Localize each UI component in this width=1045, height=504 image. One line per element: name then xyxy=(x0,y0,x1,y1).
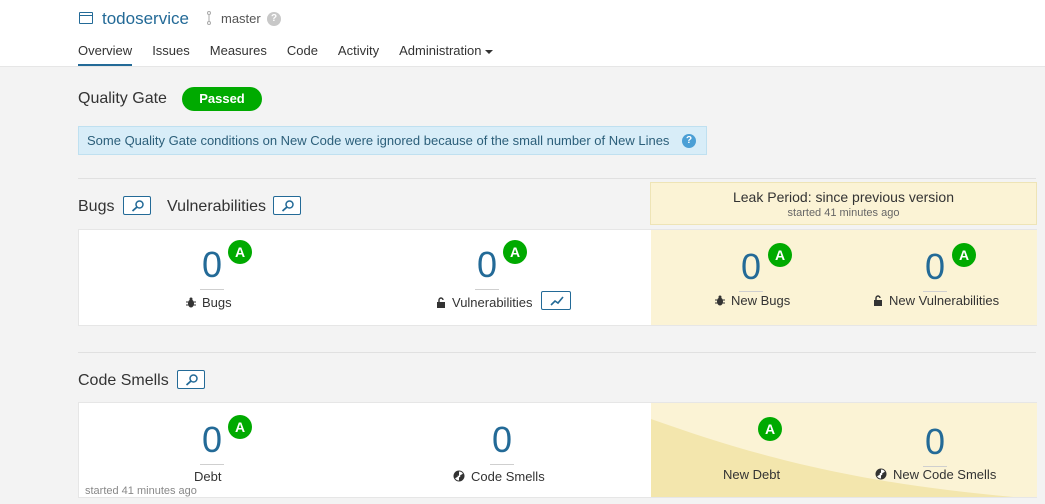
search-icon xyxy=(131,200,144,212)
new-code-smells-value[interactable]: 0 xyxy=(915,421,955,467)
tab-code[interactable]: Code xyxy=(287,43,318,66)
search-icon xyxy=(281,200,294,212)
new-vulnerabilities-rating[interactable]: A xyxy=(952,243,976,267)
code-smells-value[interactable]: 0 xyxy=(482,419,522,465)
bug-icon xyxy=(715,295,725,306)
chevron-down-icon xyxy=(485,49,494,54)
new-code-smells-label: New Code Smells xyxy=(875,467,996,482)
tab-activity[interactable]: Activity xyxy=(338,43,379,66)
bug-icon xyxy=(186,297,196,308)
new-debt-label: New Debt xyxy=(723,467,781,482)
lock-icon xyxy=(437,297,445,308)
bugs-value[interactable]: 0 xyxy=(192,244,232,290)
tab-overview[interactable]: Overview xyxy=(78,43,133,66)
tab-issues[interactable]: Issues xyxy=(152,43,190,66)
quality-gate-notice: Some Quality Gate conditions on New Code… xyxy=(78,126,707,155)
new-vulnerabilities-label-text: New Vulnerabilities xyxy=(889,293,1000,308)
new-debt-rating[interactable]: A xyxy=(758,417,782,441)
project-nav: Overview Issues Measures Code Activity A… xyxy=(78,43,513,66)
code-smells-label-text: Code Smells xyxy=(471,469,545,484)
debt-label: Debt xyxy=(194,469,222,484)
code-smells-drilldown-button[interactable] xyxy=(177,370,205,389)
new-code-smells-label-text: New Code Smells xyxy=(893,467,997,482)
code-smells-started-note: started 41 minutes ago xyxy=(85,485,197,497)
lock-icon xyxy=(874,295,882,306)
search-icon xyxy=(185,374,198,386)
quality-gate-title: Quality Gate xyxy=(78,90,167,107)
bugs-rating[interactable]: A xyxy=(228,240,252,264)
section-divider xyxy=(78,352,1036,353)
new-bugs-label: New Bugs xyxy=(715,293,790,308)
bugs-label-text: Bugs xyxy=(202,295,232,310)
help-icon[interactable]: ? xyxy=(682,134,696,148)
quality-gate-status-badge: Passed xyxy=(182,87,262,111)
trend-chart-icon xyxy=(550,296,564,306)
vulnerabilities-drilldown-button[interactable] xyxy=(273,196,301,215)
project-name-link[interactable]: todoservice xyxy=(102,9,189,29)
code-smells-section-title: Code Smells xyxy=(78,372,169,389)
radiation-icon xyxy=(453,470,465,482)
debt-value[interactable]: 0 xyxy=(192,419,232,465)
branch-icon xyxy=(207,11,211,25)
bugs-drilldown-button[interactable] xyxy=(123,196,151,215)
vulnerabilities-section-title: Vulnerabilities xyxy=(167,198,267,215)
section-divider xyxy=(78,178,1036,179)
vulnerabilities-label: Vulnerabilities xyxy=(436,295,532,310)
debt-trend-shape xyxy=(651,419,1014,497)
radiation-icon xyxy=(875,468,887,480)
new-bugs-value[interactable]: 0 xyxy=(731,246,771,292)
new-vulnerabilities-value[interactable]: 0 xyxy=(915,246,955,292)
vulnerabilities-value[interactable]: 0 xyxy=(467,244,507,290)
new-vulnerabilities-label: New Vulnerabilities xyxy=(873,293,999,308)
leak-period-header: Leak Period: since previous version star… xyxy=(650,182,1037,225)
quality-gate-notice-text: Some Quality Gate conditions on New Code… xyxy=(87,133,670,148)
help-icon[interactable]: ? xyxy=(267,12,281,26)
bugs-label: Bugs xyxy=(186,295,232,310)
branch-name: master xyxy=(221,11,261,26)
vulnerabilities-history-button[interactable] xyxy=(541,291,571,310)
leak-period-area xyxy=(651,230,1037,325)
tab-administration[interactable]: Administration xyxy=(399,43,494,66)
bugs-section-title: Bugs xyxy=(78,198,115,215)
vulnerabilities-label-text: Vulnerabilities xyxy=(452,295,533,310)
project-icon xyxy=(79,12,93,24)
bugs-vulnerabilities-panel: 0 A Bugs 0 A Vulnerabilities 0 A New Bug… xyxy=(78,229,1037,326)
vulnerabilities-rating[interactable]: A xyxy=(503,240,527,264)
code-smells-label: Code Smells xyxy=(453,469,545,484)
debt-rating[interactable]: A xyxy=(228,415,252,439)
tab-measures[interactable]: Measures xyxy=(210,43,267,66)
project-header: todoservice master ? Overview Issues Mea… xyxy=(0,0,1045,67)
new-bugs-rating[interactable]: A xyxy=(768,243,792,267)
tab-administration-label: Administration xyxy=(399,43,482,58)
leak-period-title: Leak Period: since previous version xyxy=(732,189,954,205)
new-bugs-label-text: New Bugs xyxy=(731,293,791,308)
leak-period-started: started 41 minutes ago xyxy=(787,207,900,219)
code-smells-panel: 0 A Debt started 41 minutes ago 0 Code S… xyxy=(78,402,1037,498)
leak-period-area xyxy=(651,403,1037,497)
